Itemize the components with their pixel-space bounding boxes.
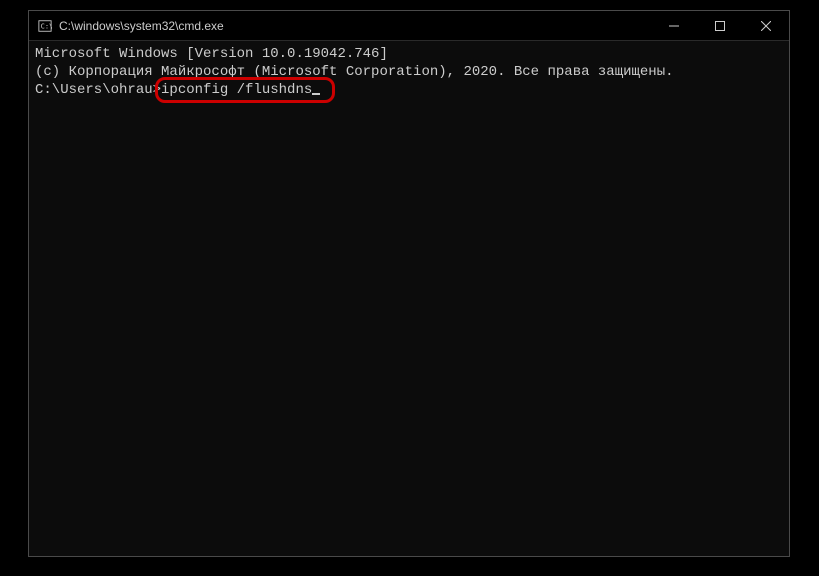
prompt-line: C:\Users\ohrau>ipconfig /flushdns (35, 81, 783, 99)
copyright-line: (c) Корпорация Майкрософт (Microsoft Cor… (35, 63, 783, 81)
titlebar[interactable]: C:\ C:\windows\system32\cmd.exe (29, 11, 789, 41)
cmd-window: C:\ C:\windows\system32\cmd.exe Microsof… (28, 10, 790, 557)
titlebar-left: C:\ C:\windows\system32\cmd.exe (29, 18, 224, 34)
window-title: C:\windows\system32\cmd.exe (59, 19, 224, 33)
svg-text:C:\: C:\ (41, 22, 52, 30)
close-button[interactable] (743, 11, 789, 40)
maximize-button[interactable] (697, 11, 743, 40)
cmd-icon: C:\ (37, 18, 53, 34)
terminal-content[interactable]: Microsoft Windows [Version 10.0.19042.74… (29, 41, 789, 556)
prompt-text: C:\Users\ohrau> (35, 82, 161, 98)
version-line: Microsoft Windows [Version 10.0.19042.74… (35, 45, 783, 63)
cursor-icon (312, 93, 320, 95)
window-controls (651, 11, 789, 40)
command-text: ipconfig /flushdns (161, 82, 312, 98)
minimize-button[interactable] (651, 11, 697, 40)
